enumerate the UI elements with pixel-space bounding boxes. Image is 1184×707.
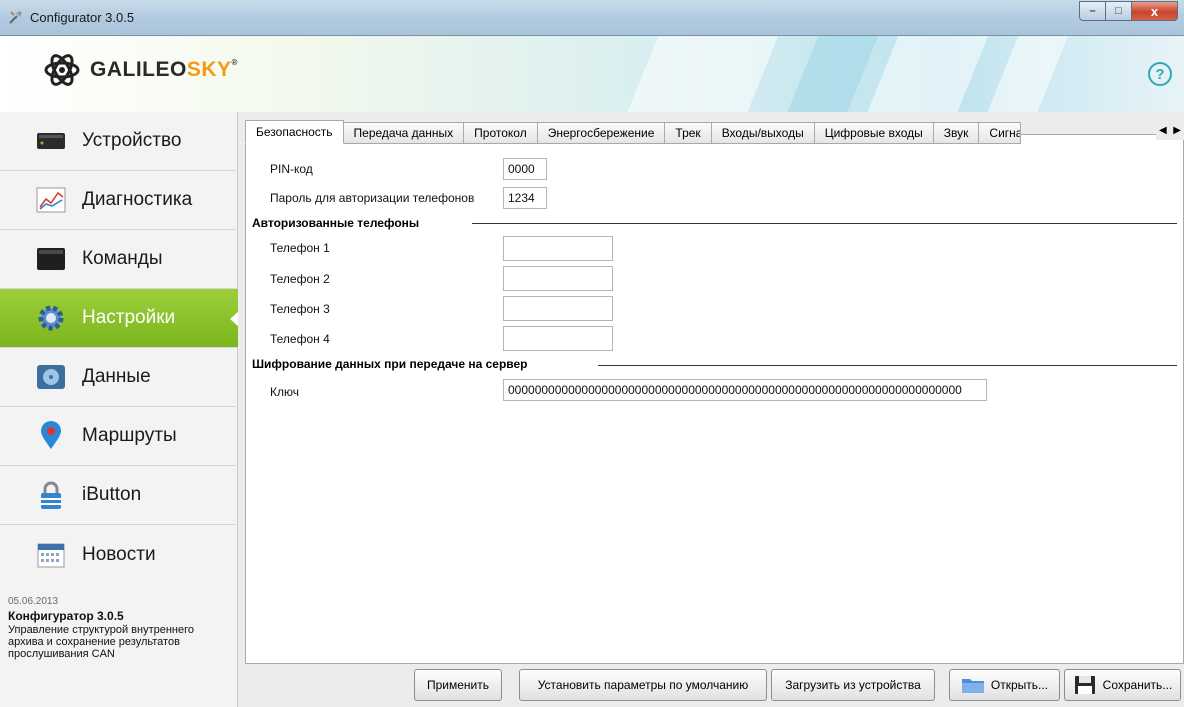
password-field[interactable]: 1234 <box>503 187 547 209</box>
save-button-label: Сохранить... <box>1102 678 1173 692</box>
close-icon: x <box>1150 3 1159 19</box>
pin-label: PIN-код <box>270 162 313 176</box>
atom-logo-icon <box>44 54 80 86</box>
tab-scroll-right-icon[interactable]: ▶ <box>1173 125 1181 136</box>
sidebar-item-routes[interactable]: Маршруты <box>0 407 238 466</box>
phone-2-label: Телефон 2 <box>270 272 330 286</box>
logo-registered: ® <box>231 58 238 67</box>
folder-icon <box>961 679 984 693</box>
maximize-icon: □ <box>1115 5 1122 17</box>
sidebar-item-news[interactable]: Новости <box>0 525 238 584</box>
phone-4-label: Телефон 4 <box>270 332 330 346</box>
sidebar-item-settings[interactable]: Настройки <box>0 289 239 348</box>
sidebar-item-label: Команды <box>82 248 163 269</box>
tab-scroll-left-icon[interactable]: ◀ <box>1159 125 1167 136</box>
tab-protocol[interactable]: Протокол <box>464 122 538 144</box>
news-title[interactable]: Конфигуратор 3.0.5 <box>8 609 124 623</box>
section-divider <box>472 223 1177 224</box>
sidebar: Устройство Диагностика Команды Настройки… <box>0 112 239 707</box>
key-label: Ключ <box>270 385 299 399</box>
phone-3-label: Телефон 3 <box>270 302 330 316</box>
phone-2-field[interactable] <box>503 266 613 291</box>
window-title: Configurator 3.0.5 <box>30 10 135 25</box>
sidebar-item-data[interactable]: Данные <box>0 348 238 407</box>
app-header: GALILEOSKY® ? <box>0 36 1184 112</box>
encryption-section-title: Шифрование данных при передаче на сервер <box>252 357 528 371</box>
calendar-icon <box>37 543 65 567</box>
map-pin-icon <box>41 421 61 449</box>
sidebar-item-label: Устройство <box>82 130 182 151</box>
device-icon <box>37 133 65 149</box>
help-icon[interactable]: ? <box>1148 62 1172 86</box>
logo-text-main: GALILEO <box>90 58 187 81</box>
phone-3-field[interactable] <box>503 296 613 321</box>
apply-button[interactable]: Применить <box>414 669 502 701</box>
terminal-icon <box>37 248 65 270</box>
load-from-device-button[interactable]: Загрузить из устройства <box>771 669 935 701</box>
sidebar-item-label: iButton <box>82 484 142 505</box>
sidebar-item-label: Диагностика <box>82 189 193 210</box>
key-field[interactable]: 0000000000000000000000000000000000000000… <box>503 379 987 401</box>
logo-text-accent: SKY <box>186 58 232 81</box>
settings-panel: PIN-код 0000 Пароль для авторизации теле… <box>245 134 1184 664</box>
floppy-disk-icon <box>1074 676 1095 694</box>
sidebar-item-label: Настройки <box>82 307 176 328</box>
gear-icon <box>38 305 64 331</box>
tab-track[interactable]: Трек <box>665 122 712 144</box>
lock-icon <box>41 481 61 509</box>
tab-scroll-controls: ◀ ▶ <box>1156 120 1184 140</box>
galileosky-logo: GALILEOSKY® <box>44 52 238 88</box>
sidebar-item-device[interactable]: Устройство <box>0 112 238 171</box>
tab-power-saving[interactable]: Энергосбережение <box>537 122 666 144</box>
tab-digital-inputs[interactable]: Цифровые входы <box>814 122 934 144</box>
sidebar-item-label: Маршруты <box>82 425 177 446</box>
tab-security[interactable]: Безопасность <box>245 120 344 144</box>
disk-icon <box>37 365 65 389</box>
main-area: PIN-код 0000 Пароль для авторизации теле… <box>238 112 1184 707</box>
chart-icon <box>36 187 66 213</box>
tab-data-transfer[interactable]: Передача данных <box>343 122 465 144</box>
save-button[interactable]: Сохранить... <box>1064 669 1181 701</box>
password-label: Пароль для авторизации телефонов <box>270 191 475 205</box>
sidebar-item-ibutton[interactable]: iButton <box>0 466 238 525</box>
phone-1-field[interactable] <box>503 236 613 261</box>
tab-signaling[interactable]: Сигнали <box>979 122 1022 144</box>
settings-tabs: Безопасность Передача данных Протокол Эн… <box>245 120 1022 144</box>
section-divider <box>598 365 1177 366</box>
maximize-button[interactable]: □ <box>1106 1 1132 21</box>
close-button[interactable]: x <box>1132 1 1178 21</box>
title-bar: Configurator 3.0.5 – □ x <box>0 0 1184 36</box>
phones-section-title: Авторизованные телефоны <box>252 216 420 230</box>
news-text: Управление структурой внутреннего архива… <box>8 624 194 660</box>
sidebar-item-label: Данные <box>82 366 151 387</box>
minimize-icon: – <box>1089 5 1096 17</box>
open-button-label: Открыть... <box>990 678 1049 692</box>
tab-sound[interactable]: Звук <box>933 122 980 144</box>
phone-4-field[interactable] <box>503 326 613 351</box>
help-glyph: ? <box>1155 65 1165 83</box>
sidebar-item-label: Новости <box>82 543 156 565</box>
app-icon <box>9 11 22 24</box>
open-button[interactable]: Открыть... <box>949 669 1060 701</box>
set-defaults-button[interactable]: Установить параметры по умолчанию <box>519 669 767 701</box>
sidebar-item-commands[interactable]: Команды <box>0 230 238 289</box>
pin-field[interactable]: 0000 <box>503 158 547 180</box>
phone-1-label: Телефон 1 <box>270 241 330 255</box>
minimize-button[interactable]: – <box>1079 1 1106 21</box>
tab-inputs-outputs[interactable]: Входы/выходы <box>711 122 815 144</box>
news-date: 05.06.2013 <box>8 596 59 607</box>
sidebar-item-diagnostics[interactable]: Диагностика <box>0 171 238 230</box>
